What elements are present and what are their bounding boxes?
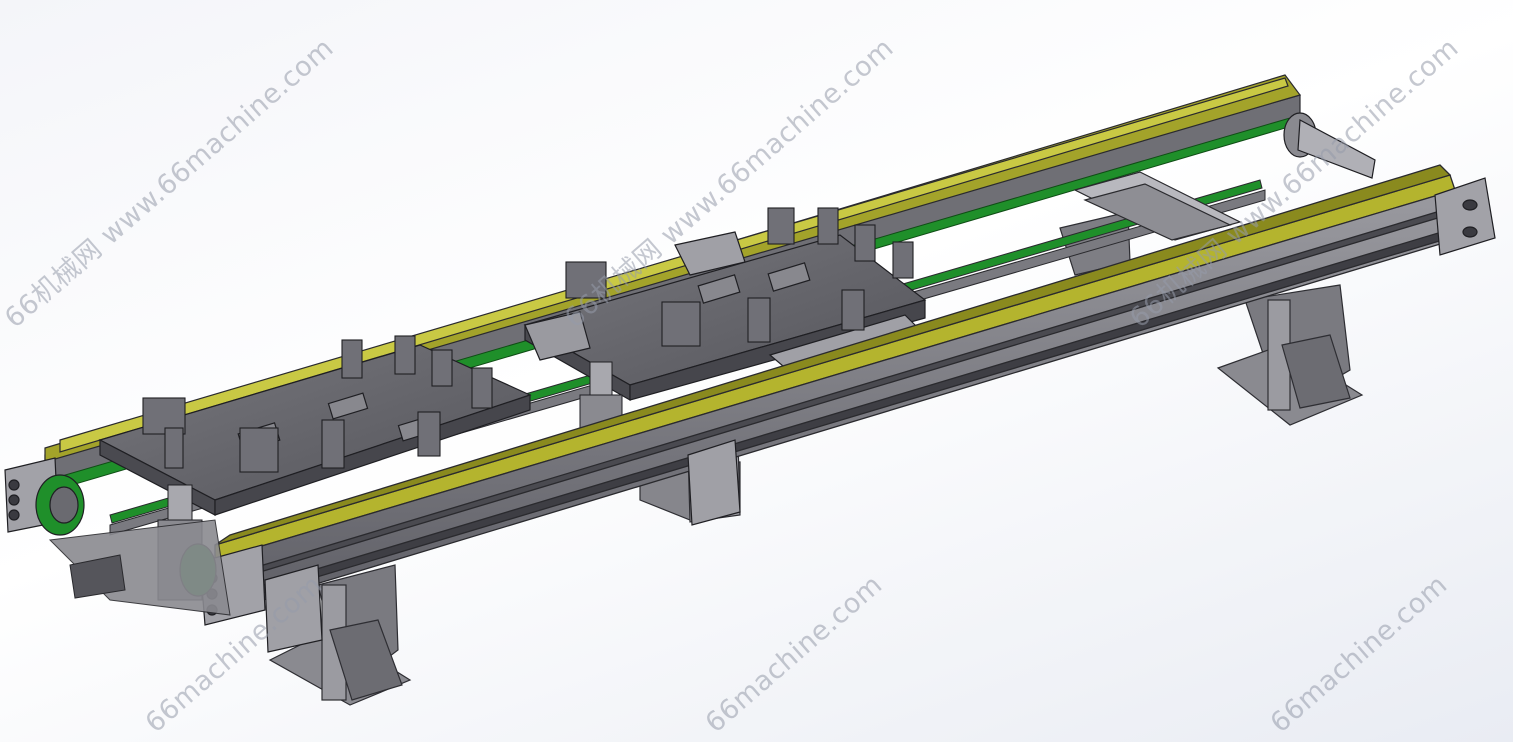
cad-viewport: 66机械网 www.66machine.com 66机械网 www.66machi… [0, 0, 1513, 742]
conveyor-assembly-drawing [4, 74, 1496, 706]
base-plate [48, 519, 231, 616]
support-leg-right [1216, 284, 1364, 426]
